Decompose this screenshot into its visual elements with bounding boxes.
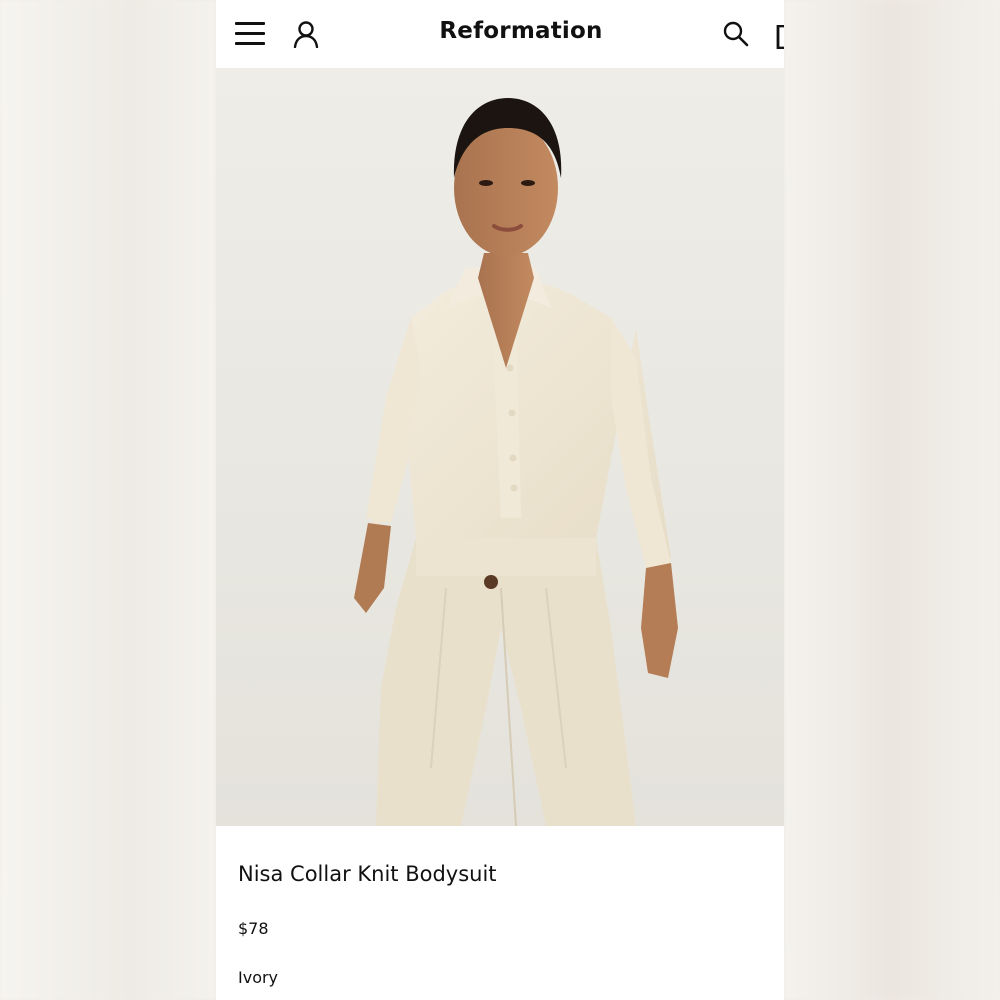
product-name[interactable]: Nisa Collar Knit Bodysuit [238, 862, 497, 886]
site-header: Reformation [216, 0, 784, 68]
bag-icon[interactable] [775, 25, 784, 49]
model-photo [216, 68, 784, 826]
search-icon[interactable] [722, 20, 750, 48]
product-color: Ivory [238, 968, 279, 987]
blurred-background-left [0, 0, 216, 1000]
blurred-background-right [784, 0, 1000, 1000]
product-price: $78 [238, 919, 269, 938]
product-image[interactable] [216, 68, 784, 826]
brand-logo[interactable]: Reformation [216, 18, 784, 44]
product-page: Reformation Nisa Collar Knit Bodysuit $7… [216, 0, 784, 1000]
